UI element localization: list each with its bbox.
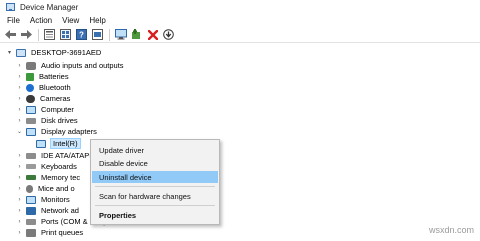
bluetooth-icon xyxy=(26,83,34,92)
properties-menu-item[interactable]: Properties xyxy=(92,209,218,221)
disk-icon xyxy=(26,117,36,124)
tree-item-computer[interactable]: › Computer xyxy=(16,104,74,115)
ide-icon xyxy=(26,152,36,159)
expand-chevron-icon[interactable]: › xyxy=(16,153,23,159)
device-tree: ▾ DESKTOP-3691AED › Audio inputs and out… xyxy=(0,44,480,241)
menu-bar: File Action View Help xyxy=(0,14,480,27)
tree-item-label: Disk drives xyxy=(41,116,78,125)
uninstall-device-menu-item[interactable]: Uninstall device xyxy=(92,171,218,183)
show-hidden-icon[interactable] xyxy=(59,28,72,41)
expand-chevron-icon[interactable]: › xyxy=(16,96,23,102)
uninstall-x-icon[interactable] xyxy=(146,28,159,41)
scan-hardware-menu-item[interactable]: Scan for hardware changes xyxy=(92,190,218,202)
tree-item-network[interactable]: › Network ad xyxy=(16,205,79,216)
back-arrow-icon[interactable] xyxy=(4,28,17,41)
monitor-scan-icon[interactable] xyxy=(114,28,127,41)
collapse-chevron-icon[interactable]: ▾ xyxy=(6,49,13,56)
tree-item-bluetooth[interactable]: › Bluetooth xyxy=(16,82,71,93)
device-manager-app-icon xyxy=(6,3,15,11)
tree-item-label: Audio inputs and outputs xyxy=(41,61,124,70)
tree-item-audio[interactable]: › Audio inputs and outputs xyxy=(16,60,124,71)
battery-icon xyxy=(26,72,34,81)
collapse-chevron-icon[interactable]: ⌄ xyxy=(16,128,23,135)
expand-chevron-icon[interactable]: › xyxy=(16,63,23,69)
tree-item-label: Network ad xyxy=(41,206,79,215)
watermark: wsxdn.com xyxy=(428,225,474,235)
computer-icon xyxy=(16,48,26,57)
help-icon[interactable]: ? xyxy=(75,28,88,41)
download-update-icon[interactable] xyxy=(162,28,175,41)
speaker-icon xyxy=(26,61,36,70)
display-adapter-icon xyxy=(26,127,36,136)
properties-icon[interactable] xyxy=(43,28,56,41)
expand-chevron-icon[interactable]: › xyxy=(16,85,23,91)
tree-item-cameras[interactable]: › Cameras xyxy=(16,93,71,104)
tree-item-label: Memory tec xyxy=(41,173,81,182)
printer-icon xyxy=(26,228,36,237)
computer-icon xyxy=(26,105,36,114)
expand-chevron-icon[interactable]: › xyxy=(16,74,23,80)
expand-chevron-icon[interactable]: › xyxy=(16,164,23,170)
forward-arrow-icon[interactable] xyxy=(20,28,33,41)
menu-help[interactable]: Help xyxy=(84,16,110,25)
menu-view[interactable]: View xyxy=(57,16,84,25)
toolbar: ? xyxy=(0,27,480,43)
disable-device-menu-item[interactable]: Disable device xyxy=(92,157,218,169)
tree-item-label: Display adapters xyxy=(41,127,97,136)
expand-chevron-icon[interactable]: › xyxy=(16,107,23,113)
expand-chevron-icon[interactable]: › xyxy=(16,175,23,181)
tree-item-label: IDE ATA/ATAPI xyxy=(41,151,92,160)
tree-item-label: Mice and o xyxy=(38,184,75,193)
expand-chevron-icon[interactable]: › xyxy=(16,186,23,192)
update-driver-menu-item[interactable]: Update driver xyxy=(92,144,218,156)
network-icon xyxy=(26,206,36,215)
tree-item-print-queues[interactable]: › Print queues xyxy=(16,227,84,238)
expand-chevron-icon[interactable]: › xyxy=(16,197,23,203)
expand-chevron-icon[interactable]: › xyxy=(16,230,23,236)
window-title: Device Manager xyxy=(20,2,79,12)
mouse-icon xyxy=(26,184,33,193)
tree-root[interactable]: ▾ DESKTOP-3691AED xyxy=(6,47,101,58)
port-icon xyxy=(26,218,36,225)
title-bar: Device Manager xyxy=(0,0,480,14)
tree-item-intel[interactable]: Intel(R) xyxy=(36,138,81,149)
menu-separator xyxy=(95,186,215,187)
tree-item-memory[interactable]: › Memory tec xyxy=(16,172,81,183)
tree-item-label: Monitors xyxy=(41,195,70,204)
tree-item-ide[interactable]: › IDE ATA/ATAPI xyxy=(16,150,92,161)
svg-text:?: ? xyxy=(79,31,84,40)
tree-item-label: Keyboards xyxy=(41,162,77,171)
tree-item-label: Batteries xyxy=(39,72,69,81)
tree-item-label: Intel(R) xyxy=(50,138,81,149)
menu-file[interactable]: File xyxy=(2,16,25,25)
action-icon[interactable] xyxy=(91,28,104,41)
monitor-icon xyxy=(26,195,36,204)
tree-item-mice[interactable]: › Mice and o xyxy=(16,183,75,194)
keyboard-icon xyxy=(26,164,36,169)
memory-icon xyxy=(26,175,36,180)
expand-chevron-icon[interactable]: › xyxy=(16,118,23,124)
tree-item-label: Bluetooth xyxy=(39,83,71,92)
add-driver-icon[interactable] xyxy=(130,28,143,41)
camera-icon xyxy=(26,94,35,103)
menu-separator xyxy=(95,205,215,206)
expand-chevron-icon[interactable]: › xyxy=(16,219,23,225)
tree-item-monitors[interactable]: › Monitors xyxy=(16,194,70,205)
display-adapter-icon xyxy=(36,139,46,148)
expand-chevron-icon[interactable]: › xyxy=(16,208,23,214)
toolbar-separator xyxy=(38,28,39,41)
tree-root-label: DESKTOP-3691AED xyxy=(31,48,102,57)
tree-item-keyboards[interactable]: › Keyboards xyxy=(16,161,77,172)
tree-item-label: Print queues xyxy=(41,228,84,237)
tree-item-label: Computer xyxy=(41,105,74,114)
tree-item-display-adapters[interactable]: ⌄ Display adapters xyxy=(16,126,97,137)
context-menu: Update driver Disable device Uninstall d… xyxy=(90,139,220,225)
toolbar-separator xyxy=(109,28,110,41)
tree-item-batteries[interactable]: › Batteries xyxy=(16,71,69,82)
tree-item-disk-drives[interactable]: › Disk drives xyxy=(16,115,78,126)
tree-item-label: Cameras xyxy=(40,94,71,103)
menu-action[interactable]: Action xyxy=(25,16,57,25)
